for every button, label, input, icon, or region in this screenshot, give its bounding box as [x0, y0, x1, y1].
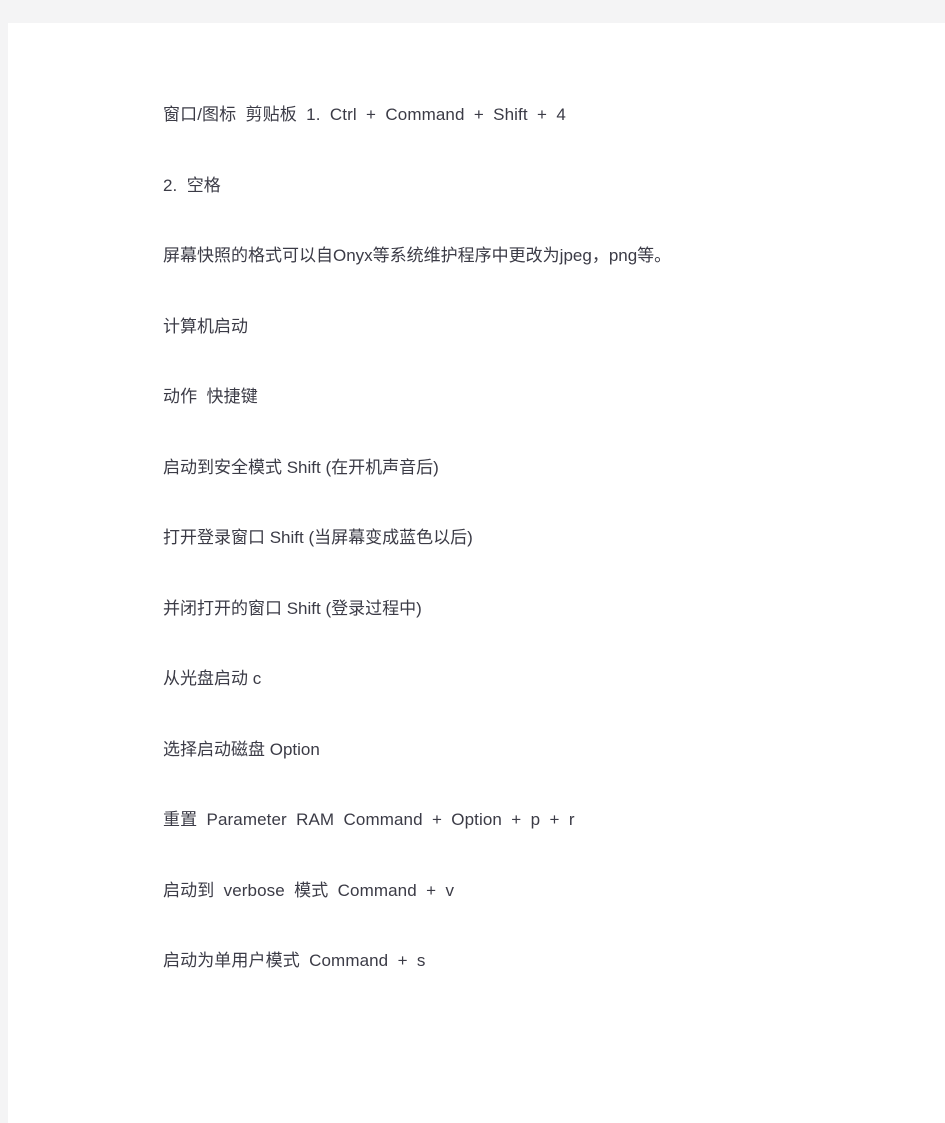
paragraph-section-heading-startup: 计算机启动	[163, 316, 248, 336]
paragraph-row-boot-from-disc: 从光盘启动 c	[163, 669, 262, 688]
window-top-band	[0, 0, 945, 23]
paragraph-row-safe-mode: 启动到安全模式 Shift (在开机声音后)	[163, 457, 439, 477]
paragraph-row-single-user-mode: 启动为单用户模式 Command + s	[163, 951, 426, 970]
document-page-sheet: 窗口/图标 剪贴板 1. Ctrl + Command + Shift + 4 …	[8, 23, 945, 1123]
paragraph-row-close-open-windows: 并闭打开的窗口 Shift (登录过程中)	[163, 598, 422, 618]
paragraph-row-select-startup-disk: 选择启动磁盘 Option	[163, 739, 320, 759]
paragraph-step-two-space: 2. 空格	[163, 175, 221, 195]
paragraph-row-login-window: 打开登录窗口 Shift (当屏幕变成蓝色以后)	[163, 528, 473, 547]
paragraph-row-verbose-mode: 启动到 verbose 模式 Command + v	[163, 880, 455, 900]
paragraph-note-screenshot-format: 屏幕快照的格式可以自Onyx等系统维护程序中更改为jpeg，png等。	[163, 246, 672, 265]
paragraph-row-reset-pram: 重置 Parameter RAM Command + Option + p + …	[163, 810, 575, 829]
document-text-body: 窗口/图标 剪贴板 1. Ctrl + Command + Shift + 4 …	[163, 23, 903, 1018]
paragraph-shortcut-window-icon-clipboard: 窗口/图标 剪贴板 1. Ctrl + Command + Shift + 4	[163, 105, 566, 124]
paragraph-table-header-action-shortcut: 动作 快捷键	[163, 387, 258, 406]
